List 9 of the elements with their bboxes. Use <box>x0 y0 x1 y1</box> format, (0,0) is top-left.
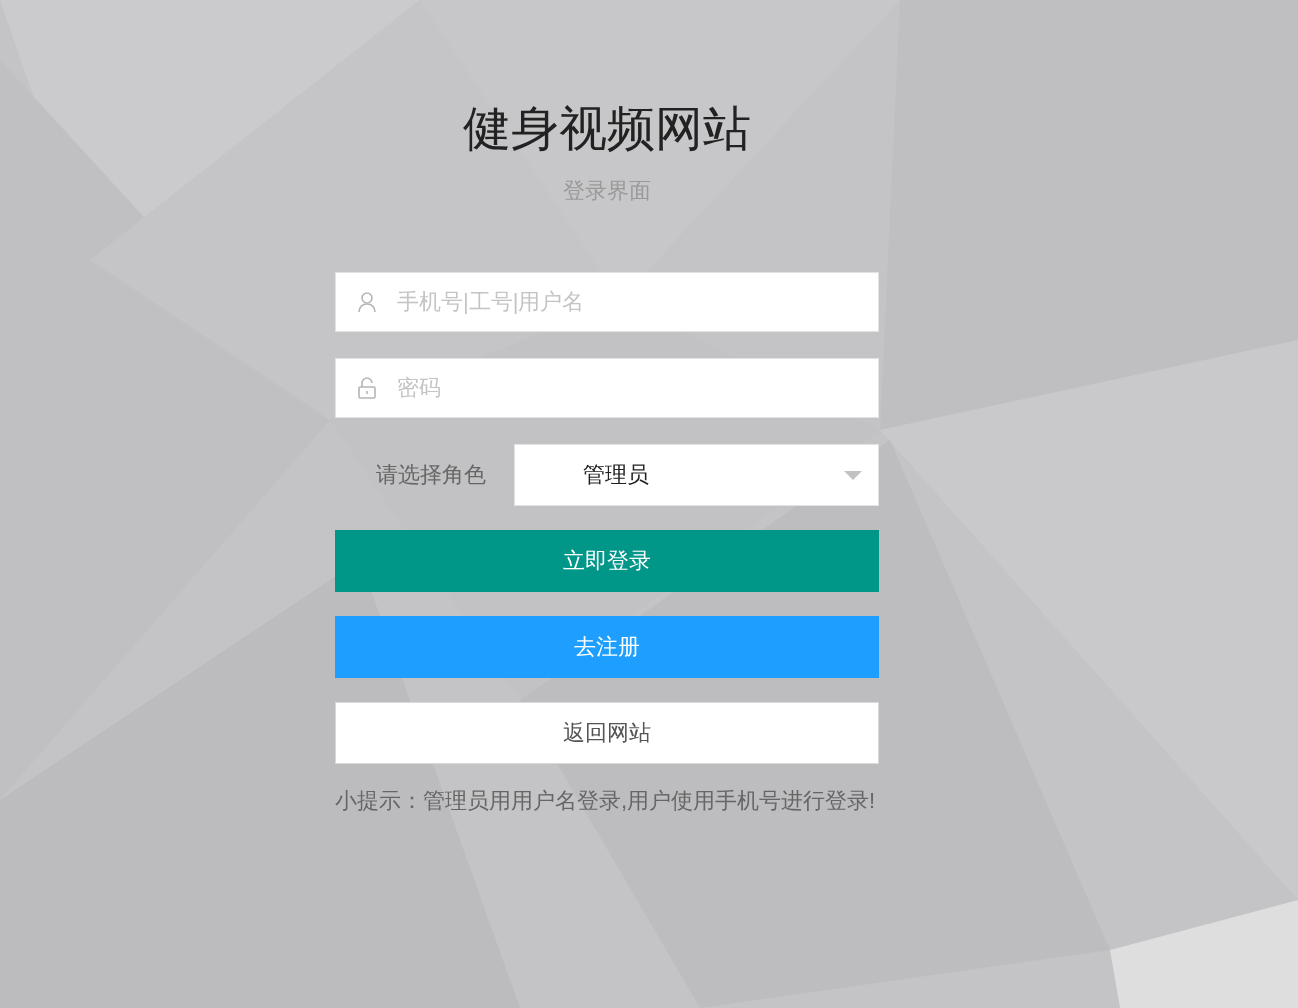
caret-icon <box>844 470 862 480</box>
input-field[interactable]: 手机号|工号|用户名 <box>335 272 879 332</box>
site-title: 健身视频网站 <box>463 101 751 157</box>
role-select[interactable]: 管理员 <box>514 444 879 506</box>
role-label: 请选择角色 <box>375 461 487 489</box>
input-field[interactable]: 密码 <box>335 358 879 418</box>
action-button[interactable]: 返回网站 <box>335 702 879 764</box>
action-button[interactable]: 立即登录 <box>335 530 879 592</box>
hint-text: 小提示：管理员用用户名登录,用户使用手机号进行登录! <box>335 787 877 815</box>
